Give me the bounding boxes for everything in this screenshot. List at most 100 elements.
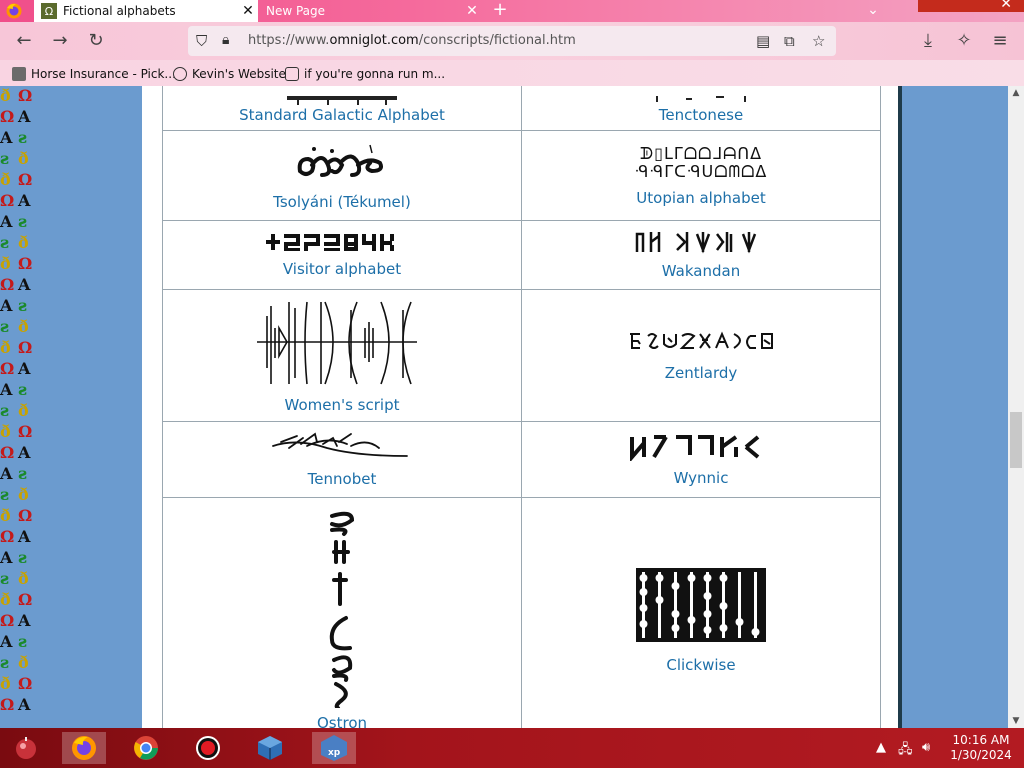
alphabet-cell: Tsolyáni (Tékumel) bbox=[162, 130, 522, 221]
border-ornament-icon: ðΩ bbox=[0, 86, 33, 105]
wynnic-glyph-icon bbox=[630, 434, 760, 461]
utopian-glyph-bottom: ᑴᑴᒥᑕᑴᑌᗝᗰᗝᐃ bbox=[634, 161, 768, 181]
reload-icon[interactable]: ↻ bbox=[86, 31, 106, 51]
zentlardy-glyph-icon bbox=[630, 330, 773, 349]
border-ornament-icon: Aƨ bbox=[0, 464, 28, 483]
border-ornament-icon: ΩA bbox=[0, 275, 31, 294]
bookmark-if-youre-gonna[interactable]: if you're gonna run m... bbox=[285, 65, 445, 83]
bookmark-horse-insurance[interactable]: Horse Insurance - Pick... bbox=[12, 65, 176, 83]
border-ornament-icon: ðΩ bbox=[0, 506, 33, 525]
utopian-glyph-top: ᗫ▯ᒪᒥᗝᗝᒧᗩᑎᐃ bbox=[639, 143, 763, 163]
alphabet-link[interactable]: Wynnic bbox=[522, 469, 880, 487]
alphabet-link[interactable]: Tenctonese bbox=[522, 106, 880, 124]
alphabet-link[interactable]: Wakandan bbox=[522, 262, 880, 280]
alphabet-cell: Visitor alphabet bbox=[162, 220, 522, 290]
taskbar-chrome[interactable] bbox=[124, 732, 168, 764]
tab-strip: Ω Fictional alphabets ✕ New Page ✕ + ⌄ ✕ bbox=[0, 0, 1024, 22]
alphabet-link[interactable]: Utopian alphabet bbox=[522, 189, 880, 207]
border-ornament-icon: ΩA bbox=[0, 527, 31, 546]
content-area: Standard Galactic Alphabet Tenctonese Ts… bbox=[142, 86, 902, 728]
network-icon[interactable]: 🖧︎ bbox=[898, 740, 913, 762]
alphabet-link[interactable]: Tennobet bbox=[163, 470, 521, 488]
taskbar-virtualbox[interactable] bbox=[248, 732, 292, 764]
alphabet-link[interactable]: Women's script bbox=[163, 396, 521, 414]
lock-icon[interactable]: 🔒︎ bbox=[222, 32, 229, 48]
chevron-down-icon[interactable]: ⌄ bbox=[862, 0, 884, 22]
alphabet-cell: Tenctonese bbox=[521, 86, 881, 131]
show-hidden-icons-icon[interactable]: ▲ bbox=[876, 740, 886, 755]
table-row: Tennobet Wynnic bbox=[162, 421, 881, 498]
alphabet-cell: Wakandan bbox=[521, 220, 881, 290]
start-button[interactable] bbox=[4, 732, 48, 764]
new-tab-icon[interactable]: + bbox=[488, 0, 512, 22]
alphabet-link[interactable]: Standard Galactic Alphabet bbox=[163, 106, 521, 124]
table-row: Visitor alphabet Wakandan bbox=[162, 220, 881, 290]
scroll-down-icon[interactable]: ▼ bbox=[1008, 716, 1024, 726]
record-icon bbox=[196, 736, 220, 760]
border-ornament-icon: ðΩ bbox=[0, 590, 33, 609]
volume-icon[interactable]: 🔊︎ bbox=[922, 740, 930, 755]
alphabet-cell: Zentlardy bbox=[521, 289, 881, 422]
picture-in-picture-icon[interactable]: ⧉ bbox=[784, 32, 795, 50]
border-ornament-icon: Aƨ bbox=[0, 296, 28, 315]
system-clock[interactable]: 10:16 AM 1/30/2024 bbox=[944, 733, 1018, 763]
glyph-sample-icon bbox=[656, 96, 746, 102]
alphabet-cell: Ostron bbox=[162, 497, 522, 728]
alphabet-link[interactable]: Tsolyáni (Tékumel) bbox=[163, 193, 521, 211]
downloads-icon[interactable]: ⤓ bbox=[918, 31, 938, 51]
hamburger-menu-icon[interactable]: ≡ bbox=[990, 31, 1010, 51]
taskbar-xp-vm[interactable]: xp bbox=[312, 732, 356, 764]
table-row: Ostron Clickwise bbox=[162, 497, 881, 728]
table-row: Standard Galactic Alphabet Tenctonese bbox=[162, 86, 881, 131]
tab-fictional-alphabets[interactable]: Ω Fictional alphabets ✕ bbox=[34, 0, 258, 22]
close-tab-icon[interactable]: ✕ bbox=[462, 3, 482, 19]
border-ornament-icon: ƨð bbox=[0, 569, 29, 588]
taskbar-recorder[interactable] bbox=[186, 732, 230, 764]
tab-title: New Page bbox=[266, 4, 326, 18]
clock-time: 10:16 AM bbox=[952, 733, 1010, 747]
chrome-icon bbox=[134, 736, 158, 760]
border-ornament-icon: ΩA bbox=[0, 359, 31, 378]
bookmarks-toolbar: Horse Insurance - Pick... Kevin's Websit… bbox=[0, 60, 1024, 86]
border-ornament-icon: ΩA bbox=[0, 107, 31, 126]
forward-arrow-icon[interactable]: → bbox=[50, 31, 70, 51]
shield-icon[interactable]: ⛉ bbox=[196, 32, 207, 50]
window-close-button[interactable]: ✕ bbox=[918, 0, 1024, 12]
firefox-icon bbox=[72, 736, 96, 760]
xp-mode-icon: xp bbox=[321, 735, 347, 761]
url-text[interactable]: https://www.omniglot.com/conscripts/fict… bbox=[248, 33, 576, 48]
alphabet-link[interactable]: Visitor alphabet bbox=[163, 260, 521, 278]
alphabet-link[interactable]: Clickwise bbox=[522, 656, 880, 674]
page-scrollbar[interactable]: ▲ ▼ bbox=[1008, 86, 1024, 728]
reader-view-icon[interactable]: ▤ bbox=[756, 32, 770, 50]
windows-taskbar: xp ▲ 🖧︎ 🔊︎ 10:16 AM 1/30/2024 bbox=[0, 728, 1024, 768]
address-bar[interactable]: ⛉ 🔒︎ https://www.omniglot.com/conscripts… bbox=[188, 26, 836, 56]
globe-icon bbox=[173, 67, 187, 81]
close-tab-icon[interactable]: ✕ bbox=[238, 3, 258, 19]
alphabet-link[interactable]: Zentlardy bbox=[522, 364, 880, 382]
scrollbar-thumb[interactable] bbox=[1010, 412, 1022, 468]
border-ornament-icon: ðΩ bbox=[0, 422, 33, 441]
taskbar-firefox[interactable] bbox=[62, 732, 106, 764]
border-ornament-icon: ƨð bbox=[0, 485, 29, 504]
virtualbox-icon bbox=[258, 736, 282, 760]
border-ornament-icon: ðΩ bbox=[0, 170, 33, 189]
ornament-icon bbox=[285, 67, 299, 81]
alphabet-cell: Tennobet bbox=[162, 421, 522, 498]
border-ornament-icon: Aƨ bbox=[0, 212, 28, 231]
border-ornament-icon: ƨð bbox=[0, 149, 29, 168]
wakandan-glyph-icon bbox=[635, 232, 757, 254]
alphabet-link[interactable]: Ostron bbox=[163, 714, 521, 728]
border-ornament-icon: ðΩ bbox=[0, 338, 33, 357]
firefox-menu-icon[interactable] bbox=[4, 2, 24, 20]
scroll-up-icon[interactable]: ▲ bbox=[1008, 88, 1024, 98]
table-row: Women's script Zentlardy bbox=[162, 289, 881, 422]
decorative-left-border: ðΩ ΩA Aƨ ƨð ðΩ ΩA Aƨ ƨð ðΩ ΩA Aƨ ƨð ðΩ ΩA Aƨ ƨð ðΩ ΩA Aƨ ƨð… bbox=[0, 86, 42, 728]
back-arrow-icon[interactable]: ← bbox=[14, 31, 34, 51]
tab-new-page[interactable]: New Page ✕ bbox=[258, 0, 482, 22]
start-ornament-icon bbox=[16, 737, 36, 759]
border-ornament-icon: Aƨ bbox=[0, 380, 28, 399]
bookmark-star-icon[interactable]: ☆ bbox=[812, 32, 825, 50]
extensions-icon[interactable]: ✧ bbox=[954, 31, 974, 51]
bookmark-kevins-website[interactable]: Kevin's Website bbox=[173, 65, 286, 83]
